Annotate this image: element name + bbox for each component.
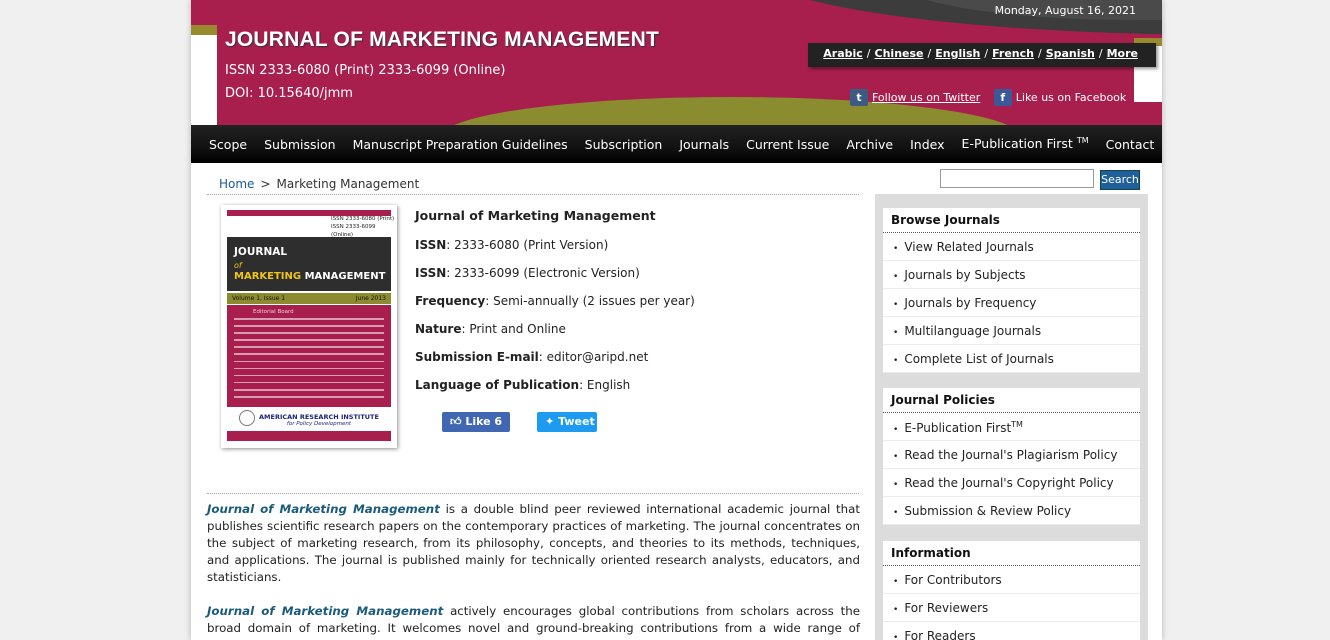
lang-more[interactable]: More xyxy=(1107,47,1138,60)
journal-policies-heading: Journal Policies xyxy=(883,388,1140,413)
info-nature: Nature: Print and Online xyxy=(415,322,566,336)
lang-french[interactable]: French xyxy=(992,47,1034,60)
search-input[interactable] xyxy=(940,169,1094,188)
info-submission-email: Submission E-mail: editor@aripd.net xyxy=(415,350,649,364)
description-paragraph-1: Journal of Marketing Management is a dou… xyxy=(207,502,860,584)
current-date: Monday, August 16, 2021 xyxy=(994,4,1136,17)
social-links: t Follow us on Twitter f Like us on Facebo… xyxy=(850,89,1126,106)
nav-e-publication-first[interactable]: E-Publication First TM xyxy=(962,136,1089,151)
nav-manuscript-guidelines[interactable]: Manuscript Preparation Guidelines xyxy=(353,137,568,152)
sidebar-item-related-journals[interactable]: • View Related Journals xyxy=(883,233,1140,261)
information-box: Information • For Contributors • For Revie… xyxy=(883,541,1140,640)
browse-journals-heading: Browse Journals xyxy=(883,208,1140,233)
journal-title: JOURNAL OF MARKETING MANAGEMENT xyxy=(225,28,659,51)
info-language: Language of Publication: English xyxy=(415,378,631,392)
issn-line: ISSN 2333-6080 (Print) 2333-6099 (Online… xyxy=(225,63,506,78)
journal-policies-box: Journal Policies • E-Publication FirstTM … xyxy=(883,388,1140,525)
twitter-icon[interactable]: t xyxy=(850,89,868,106)
info-issn-online: ISSN: 2333-6099 (Electronic Version) xyxy=(415,266,640,280)
lang-english[interactable]: English xyxy=(935,47,980,60)
facebook-like-button[interactable]: 👍︎ Like 6 xyxy=(442,412,510,432)
info-title: Journal of Marketing Management xyxy=(415,208,656,223)
sidebar-item-journals-by-frequency[interactable]: • Journals by Frequency xyxy=(883,289,1140,317)
info-issn-print: ISSN: 2333-6080 (Print Version) xyxy=(415,238,609,252)
sidebar-item-copyright-policy[interactable]: • Read the Journal's Copyright Policy xyxy=(883,469,1140,497)
nav-submission[interactable]: Submission xyxy=(264,137,336,152)
browse-journals-box: Browse Journals • View Related Journals •… xyxy=(883,208,1140,373)
journal-cover-image[interactable]: ISSN 2333-6080 (Print) ISSN 2333-6099 (On… xyxy=(221,205,397,448)
like-facebook-label[interactable]: Like us on Facebook xyxy=(1016,91,1127,104)
main-nav: Scope Submission Manuscript Preparation … xyxy=(191,125,1162,163)
tweet-button[interactable]: ✦ Tweet xyxy=(537,412,597,432)
lang-arabic[interactable]: Arabic xyxy=(823,47,863,60)
sidebar-item-review-policy[interactable]: • Submission & Review Policy xyxy=(883,497,1140,525)
nav-journals[interactable]: Journals xyxy=(679,137,729,152)
twitter-bird-icon: ✦ xyxy=(545,415,555,428)
sidebar-item-multilanguage-journals[interactable]: • Multilanguage Journals xyxy=(883,317,1140,345)
journal-name-link[interactable]: Journal of Marketing Management xyxy=(207,604,443,618)
sidebar-item-complete-list[interactable]: • Complete List of Journals xyxy=(883,345,1140,373)
lang-chinese[interactable]: Chinese xyxy=(875,47,924,60)
info-frequency: Frequency: Semi-annually (2 issues per y… xyxy=(415,294,695,308)
breadcrumb-home[interactable]: Home xyxy=(219,177,254,191)
nav-index[interactable]: Index xyxy=(910,137,944,152)
sidebar-item-journals-by-subjects[interactable]: • Journals by Subjects xyxy=(883,261,1140,289)
divider xyxy=(207,493,859,494)
sidebar: Browse Journals • View Related Journals •… xyxy=(875,194,1148,640)
journal-name-link[interactable]: Journal of Marketing Management xyxy=(207,502,440,516)
nav-scope[interactable]: Scope xyxy=(209,137,247,152)
sidebar-item-plagiarism-policy[interactable]: • Read the Journal's Plagiarism Policy xyxy=(883,441,1140,469)
sidebar-item-for-readers[interactable]: • For Readers xyxy=(883,622,1140,640)
nav-archive[interactable]: Archive xyxy=(846,137,893,152)
description-paragraph-2: Journal of Marketing Management actively… xyxy=(207,604,860,640)
facebook-icon[interactable]: f xyxy=(993,89,1012,106)
sidebar-item-for-reviewers[interactable]: • For Reviewers xyxy=(883,594,1140,622)
divider xyxy=(207,194,859,195)
nav-current-issue[interactable]: Current Issue xyxy=(746,137,829,152)
information-heading: Information xyxy=(883,541,1140,566)
breadcrumb-current: Marketing Management xyxy=(276,177,420,191)
language-bar: Arabic / Chinese / English / French / Spanish / Mo… xyxy=(808,43,1156,67)
publisher-seal-icon xyxy=(239,410,255,426)
sidebar-item-for-contributors[interactable]: • For Contributors xyxy=(883,566,1140,594)
doi-line: DOI: 10.15640/jmm xyxy=(225,86,353,101)
nav-subscription[interactable]: Subscription xyxy=(585,137,663,152)
site-header: Monday, August 16, 2021 JOURNAL OF MARKE… xyxy=(191,0,1162,125)
breadcrumb: Home > Marketing Management xyxy=(219,177,419,191)
lang-spanish[interactable]: Spanish xyxy=(1046,47,1095,60)
nav-contact[interactable]: Contact xyxy=(1106,137,1155,152)
breadcrumb-separator: > xyxy=(260,177,271,191)
sidebar-item-e-publication-first[interactable]: • E-Publication FirstTM xyxy=(883,413,1140,441)
thumbs-up-icon: 👍︎ xyxy=(450,415,462,428)
follow-twitter-link[interactable]: Follow us on Twitter xyxy=(872,91,980,104)
search-button[interactable]: Search xyxy=(1100,170,1140,190)
page-frame: Monday, August 16, 2021 JOURNAL OF MARKE… xyxy=(191,0,1162,640)
